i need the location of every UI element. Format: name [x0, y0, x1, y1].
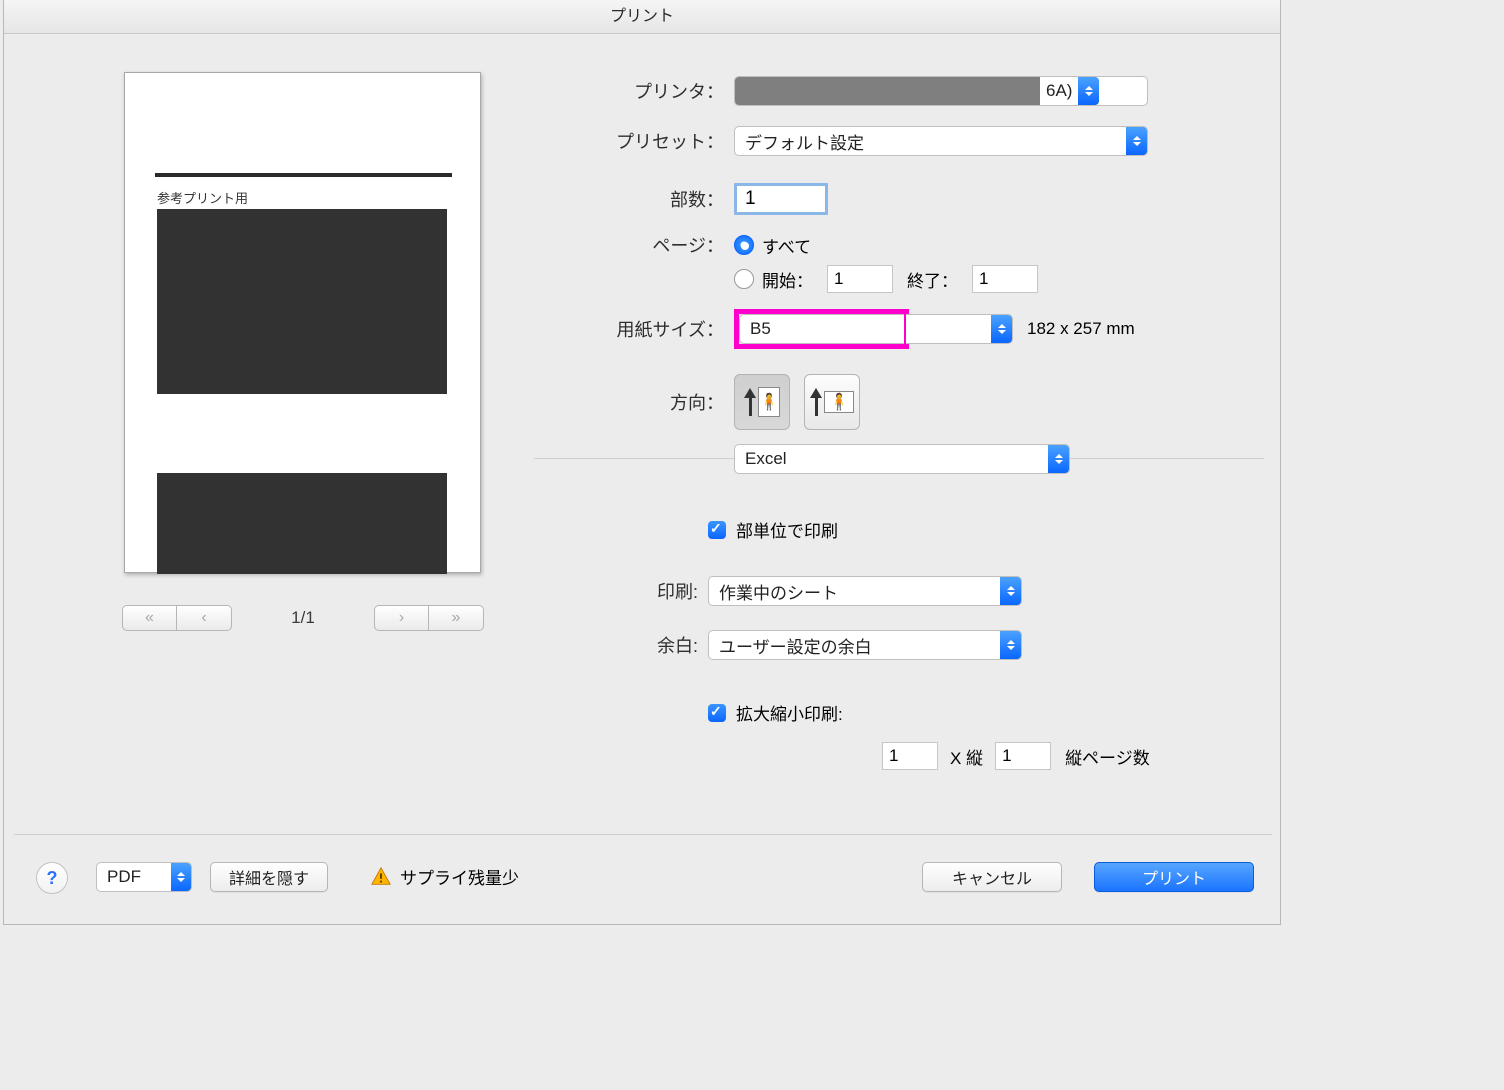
- dialog-content: 参考プリント用 « ‹ 1/1 › » プリンタ： 6A) プリセット： デフォ…: [4, 34, 1280, 924]
- margins-label: 余白:: [618, 632, 698, 658]
- preview-pager: « ‹ 1/1 › »: [122, 604, 484, 632]
- last-page-button[interactable]: »: [429, 605, 484, 631]
- chevron-updown-icon: [1000, 631, 1021, 659]
- chevron-updown-icon: [1078, 77, 1099, 105]
- cancel-button[interactable]: キャンセル: [922, 862, 1062, 892]
- chevron-down-icon: [171, 863, 191, 891]
- chevron-updown-icon: [1126, 127, 1147, 155]
- pages-to-label: 終了：: [907, 267, 958, 292]
- chevron-updown-icon: [991, 315, 1012, 343]
- supply-low-text: サプライ残量少: [400, 864, 519, 889]
- arrow-up-icon: [810, 388, 822, 398]
- preset-select[interactable]: デフォルト設定: [734, 126, 1148, 156]
- printer-redacted: [735, 77, 1040, 105]
- app-section-value: Excel: [735, 449, 1048, 469]
- print-dialog: プリント 参考プリント用 « ‹ 1/1 › » プリンタ： 6A): [3, 0, 1281, 925]
- copies-label: 部数：: [624, 186, 724, 212]
- chevron-updown-icon: [1048, 445, 1069, 473]
- scale-label: 拡大縮小印刷:: [736, 700, 843, 725]
- paper-size-select-ext[interactable]: [906, 314, 1013, 344]
- dialog-title: プリント: [4, 0, 1280, 34]
- warning-icon: [370, 866, 392, 888]
- pdf-label: PDF: [97, 867, 171, 887]
- app-section-select[interactable]: Excel: [734, 444, 1070, 474]
- chevron-updown-icon: [1000, 577, 1021, 605]
- document-portrait-icon: 🧍: [758, 387, 780, 417]
- vert-pages-label: 縦ページ数: [1065, 744, 1150, 769]
- preview-content-block: [157, 209, 447, 394]
- paper-dimensions: 182 x 257 mm: [1027, 319, 1135, 339]
- prev-page-button[interactable]: ‹: [177, 605, 232, 631]
- orientation-label: 方向：: [634, 389, 724, 415]
- printer-select[interactable]: 6A): [734, 76, 1148, 106]
- arrow-up-icon: [744, 388, 756, 398]
- preset-value: デフォルト設定: [735, 129, 1126, 154]
- orientation-landscape-button[interactable]: 🧍: [804, 374, 860, 430]
- print-what-select[interactable]: 作業中のシート: [708, 576, 1022, 606]
- margins-value: ユーザー設定の余白: [709, 633, 1000, 658]
- paper-size-label: 用紙サイズ：: [562, 316, 724, 342]
- preview-caption: 参考プリント用: [157, 188, 248, 207]
- help-button[interactable]: ?: [36, 862, 68, 894]
- pages-label: ページ：: [606, 232, 724, 258]
- pages-all-radio[interactable]: [734, 235, 754, 255]
- preview-content-block: [157, 473, 447, 574]
- preview-rule: [155, 173, 452, 177]
- print-what-label: 印刷:: [618, 578, 698, 604]
- copies-input[interactable]: 1: [734, 183, 828, 215]
- document-landscape-icon: 🧍: [824, 391, 854, 413]
- paper-size-select-visible[interactable]: B5: [739, 314, 904, 344]
- print-button[interactable]: プリント: [1094, 862, 1254, 892]
- pages-from-label: 開始：: [762, 267, 813, 292]
- collate-checkbox[interactable]: [708, 521, 726, 539]
- pages-all-label: すべて: [762, 233, 811, 258]
- printer-label: プリンタ：: [584, 78, 724, 104]
- print-what-value: 作業中のシート: [709, 579, 1000, 604]
- scale-width-input[interactable]: 1: [882, 742, 938, 770]
- preset-label: プリセット：: [564, 128, 724, 154]
- paper-size-highlight: B5: [734, 309, 909, 349]
- collate-label: 部単位で印刷: [736, 517, 838, 542]
- divider: [1069, 458, 1264, 459]
- orientation-portrait-button[interactable]: 🧍: [734, 374, 790, 430]
- margins-select[interactable]: ユーザー設定の余白: [708, 630, 1022, 660]
- paper-size-value: B5: [740, 319, 904, 339]
- divider: [14, 834, 1272, 835]
- divider: [534, 458, 734, 459]
- pages-range-radio[interactable]: [734, 269, 754, 289]
- scale-checkbox[interactable]: [708, 704, 726, 722]
- first-page-button[interactable]: «: [122, 605, 177, 631]
- scale-height-input[interactable]: 1: [995, 742, 1051, 770]
- x-vert-label: X 縦: [950, 744, 983, 769]
- hide-details-button[interactable]: 詳細を隠す: [210, 862, 328, 892]
- page-counter: 1/1: [232, 608, 374, 628]
- to-input[interactable]: 1: [972, 265, 1038, 293]
- print-preview: 参考プリント用: [124, 72, 481, 573]
- from-input[interactable]: 1: [827, 265, 893, 293]
- pdf-menu[interactable]: PDF: [96, 862, 192, 892]
- printer-name-suffix: 6A): [1040, 81, 1078, 101]
- next-page-button[interactable]: ›: [374, 605, 429, 631]
